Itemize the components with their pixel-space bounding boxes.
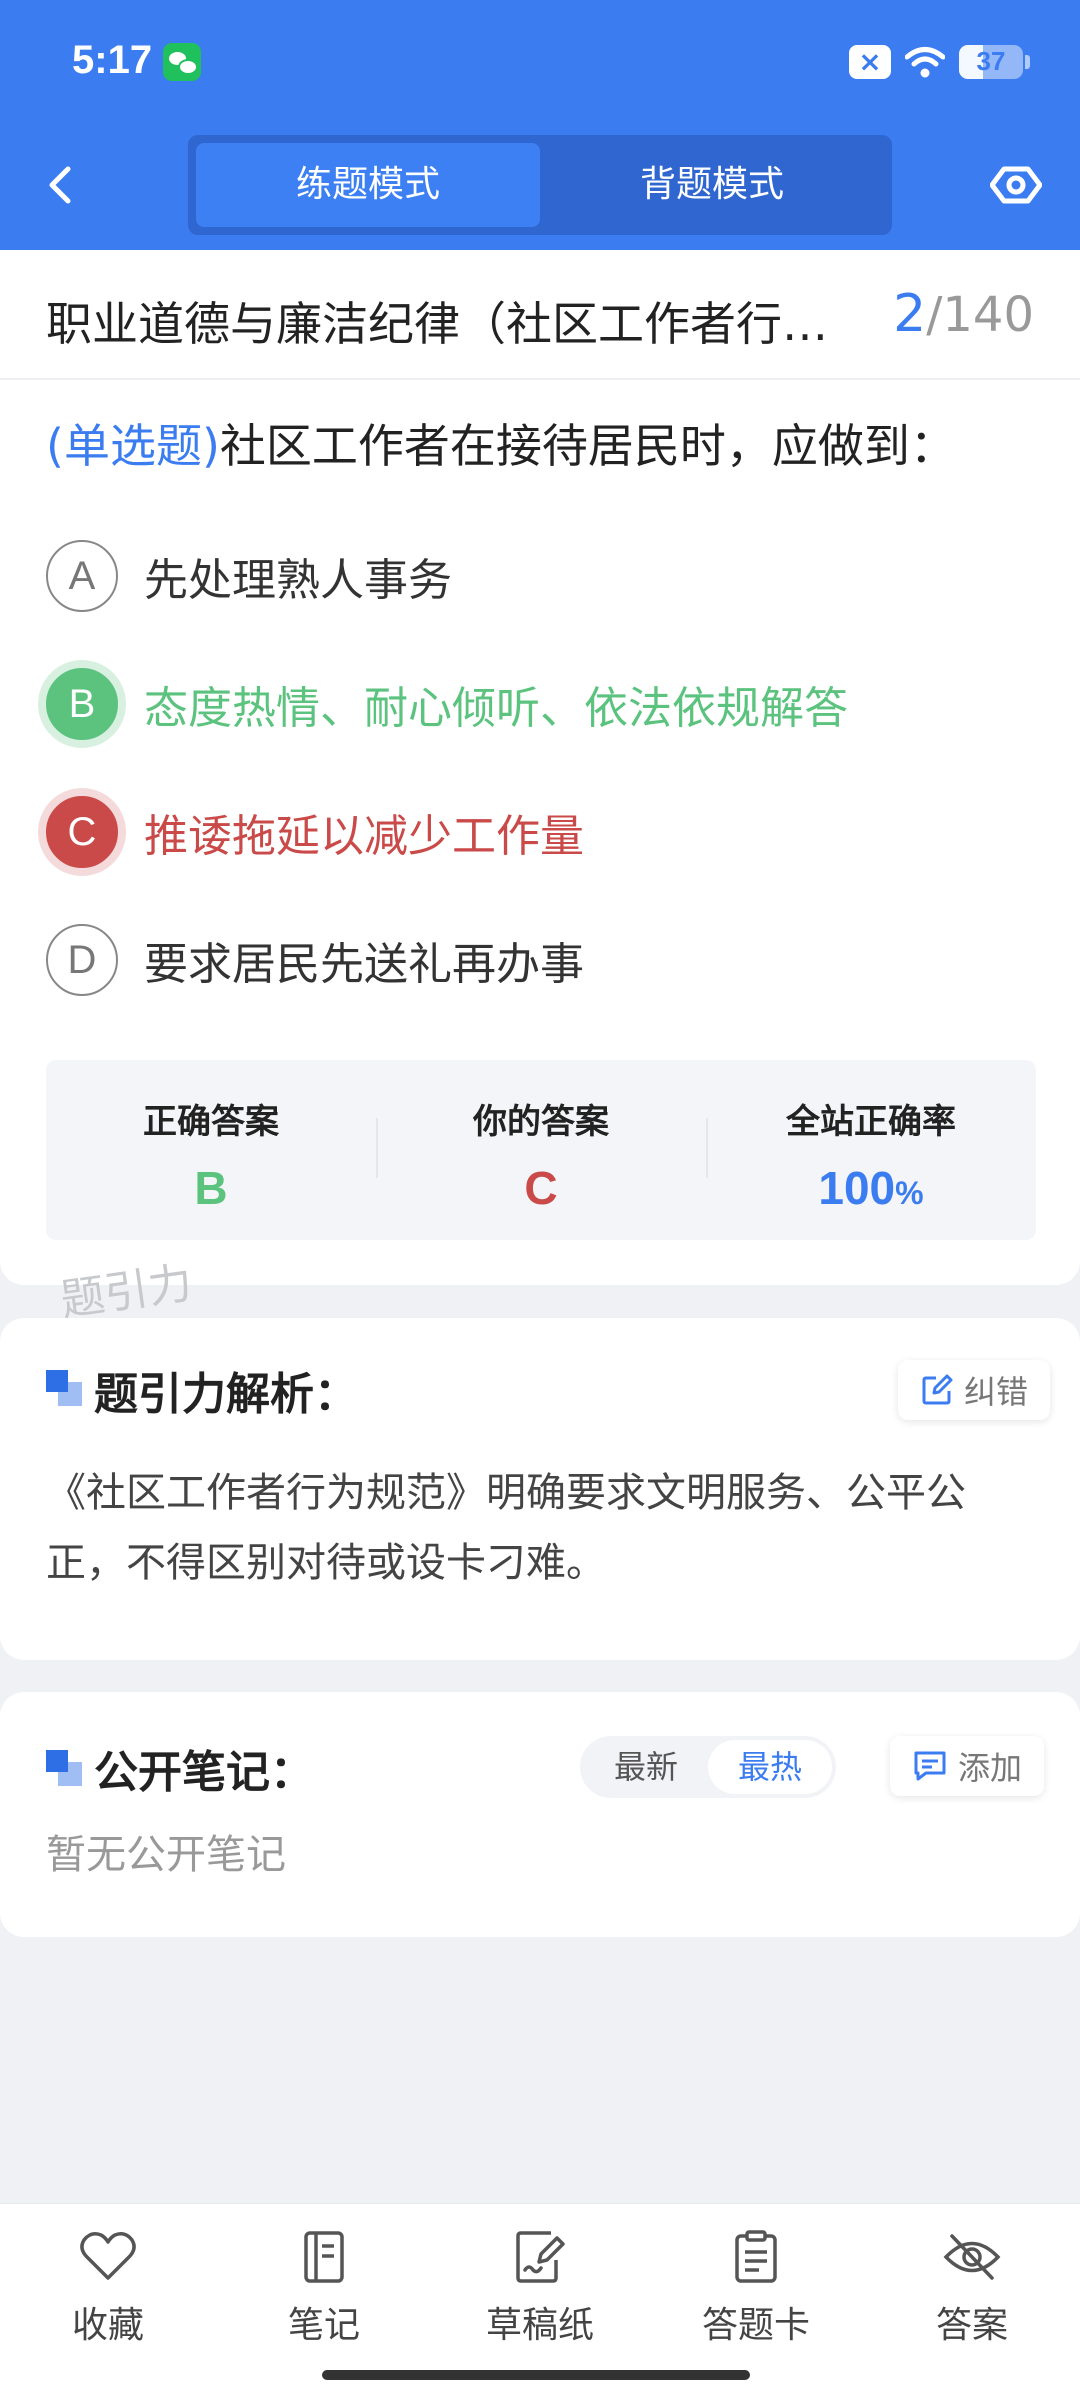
status-time: 5:17 [72,38,153,82]
answer-card-label: 答题卡 [701,2305,810,2346]
notes-empty-text: 暂无公开笔记 [46,1832,286,1878]
accuracy-unit: % [895,1175,924,1211]
top-header: 5:17 × 37 练题模式 背题模式 [0,0,1080,250]
option-d[interactable]: D 要求居民先送礼再办事 [46,924,1036,996]
option-text: 态度热情、耐心倾听、依法依规解答 [144,683,848,734]
edit-icon [922,1374,953,1405]
option-text: 先处理熟人事务 [144,555,452,606]
heart-icon [80,2232,136,2280]
option-text: 推诿拖延以减少工作量 [144,811,584,862]
sort-hottest[interactable]: 最热 [708,1740,832,1794]
question-text: (单选题)社区工作者在接待居民时，应做到： [46,410,1046,476]
correct-answer-label: 正确答案 [143,1102,279,1142]
draft-paper-label: 草稿纸 [485,2305,594,2346]
battery-tip [1025,55,1030,69]
accuracy-value: 100% [706,1161,1036,1215]
comment-icon [914,1751,946,1781]
option-letter: C [46,796,118,868]
question-progress: 2/140 [893,284,1034,344]
show-answer-label: 答案 [935,2305,1008,2346]
section-icon [46,1750,82,1786]
question-header: 职业道德与廉洁纪律（社区工作者行… 2/140 [0,250,1080,380]
notes-title: 公开笔记： [94,1747,314,1798]
your-answer-label: 你的答案 [473,1102,609,1142]
favorite-button[interactable]: 收藏 [0,2204,216,2400]
mode-toggle: 练题模式 背题模式 [188,135,892,235]
favorite-label: 收藏 [71,2305,144,2346]
question-stem: 社区工作者在接待居民时，应做到： [219,419,956,473]
eye-off-icon [943,2234,1001,2280]
correct-answer-column: 正确答案 B [46,1060,376,1240]
home-indicator[interactable] [322,2370,750,2380]
tab-memorize-mode[interactable]: 背题模式 [540,143,884,227]
no-sim-icon: × [849,45,891,79]
add-note-button[interactable]: 添加 [890,1736,1045,1796]
your-answer-column: 你的答案 C [376,1060,706,1240]
chapter-title: 职业道德与廉洁纪律（社区工作者行… [46,297,828,351]
show-answer-button[interactable]: 答案 [864,2204,1080,2400]
accuracy-label: 全站正确率 [786,1102,956,1142]
report-error-button[interactable]: 纠错 [898,1360,1051,1420]
gear-icon [989,166,1043,204]
report-error-label: 纠错 [964,1373,1029,1411]
notes-label: 笔记 [287,2305,360,2346]
chevron-left-icon [49,166,71,204]
battery-icon: 37 [959,45,1023,79]
section-icon [46,1370,82,1406]
option-c[interactable]: C 推诿拖延以减少工作量 [46,796,1036,868]
back-button[interactable] [40,155,90,215]
option-a[interactable]: A 先处理熟人事务 [46,540,1036,612]
answer-summary: 正确答案 B 你的答案 C 全站正确率 100% [46,1060,1036,1240]
question-type: (单选题) [46,419,220,473]
answer-card-icon [735,2230,777,2283]
analysis-title: 题引力解析： [94,1369,358,1420]
analysis-text: 《社区工作者行为规范》明确要求文明服务、公平公正，不得区别对待或设卡刁难。 [46,1470,966,1586]
notebook-icon [304,2231,344,2283]
status-icons: × 37 [849,42,1030,82]
settings-button[interactable] [989,155,1043,215]
sort-newest[interactable]: 最新 [584,1740,708,1794]
notes-sort-switch: 最新 最热 [580,1736,836,1798]
accuracy-column: 全站正确率 100% [706,1060,1036,1240]
option-b[interactable]: B 态度热情、耐心倾听、依法依规解答 [46,668,1036,740]
correct-answer-value: B [194,1162,228,1214]
battery-level: 37 [976,46,1006,76]
question-card: 职业道德与廉洁纪律（社区工作者行… 2/140 (单选题)社区工作者在接待居民时… [0,250,1080,1285]
total-questions: /140 [926,287,1034,343]
option-text: 要求居民先送礼再办事 [144,939,584,990]
wifi-icon [905,46,945,78]
wechat-notification-icon [163,43,201,81]
option-letter: B [46,668,118,740]
analysis-card: 题引力解析： 纠错 《社区工作者行为规范》明确要求文明服务、公平公正，不得区别对… [0,1318,1080,1660]
accuracy-number: 100 [818,1162,896,1214]
option-letter: A [46,540,118,612]
add-note-label: 添加 [958,1749,1023,1787]
option-letter: D [46,924,118,996]
your-answer-value: C [524,1162,558,1214]
notes-card: 公开笔记： 最新 最热 添加 暂无公开笔记 [0,1692,1080,1937]
tab-practice-mode[interactable]: 练题模式 [196,143,540,227]
current-question-number: 2 [893,284,927,344]
draft-icon [516,2231,565,2283]
